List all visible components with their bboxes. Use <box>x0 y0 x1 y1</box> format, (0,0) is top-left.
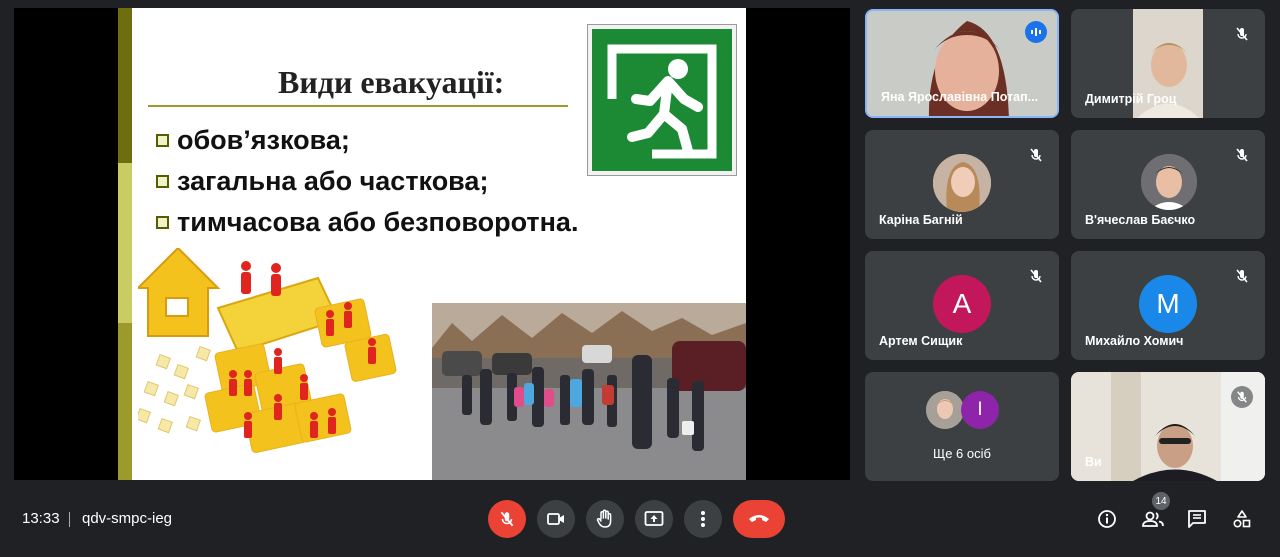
activities-shapes-icon <box>1233 510 1251 528</box>
participant-name: Яна Ярославівна Потап... <box>881 90 1039 104</box>
participant-name: Ви <box>1085 455 1102 469</box>
avatar <box>1141 154 1197 210</box>
people-icon <box>1142 511 1164 527</box>
slide-title: Види евакуації: <box>278 64 505 100</box>
avatar <box>926 391 964 429</box>
avatar: I <box>961 391 999 429</box>
mic-off-icon <box>1231 23 1253 45</box>
slide-side-bar <box>118 8 132 163</box>
slide-title-underline <box>148 105 568 107</box>
participant-name: Артем Сищик <box>879 334 963 348</box>
slide-bullet: обов’язкова; <box>156 120 578 161</box>
info-icon <box>1098 510 1116 528</box>
leave-call-button[interactable] <box>733 500 785 538</box>
meeting-code: qdv-smpc-ieg <box>82 510 173 527</box>
bullet-square-icon <box>156 216 169 229</box>
participant-tile[interactable]: Яна Ярославівна Потап... <box>865 9 1059 118</box>
mic-off-icon <box>1231 386 1253 408</box>
chat-icon <box>1188 510 1206 528</box>
evacuation-photo <box>432 303 746 480</box>
emergency-exit-sign-icon <box>588 25 736 175</box>
participant-name: Димитрій Гроц <box>1085 92 1177 106</box>
chat-button[interactable] <box>1182 500 1212 538</box>
avatar <box>933 154 991 212</box>
participant-name: В'ячеслав Баєчко <box>1085 213 1196 227</box>
evacuation-illustration <box>135 246 418 478</box>
raise-hand-button[interactable] <box>586 500 624 538</box>
hand-icon <box>596 509 612 528</box>
activities-button[interactable] <box>1227 500 1257 538</box>
meeting-details-button[interactable] <box>1092 500 1122 538</box>
avatar: A <box>933 275 991 333</box>
more-participants-tile[interactable]: I Ще 6 осіб <box>865 372 1059 481</box>
participant-name: Каріна Багній <box>879 213 963 227</box>
participant-count-badge: 14 <box>1152 492 1170 510</box>
present-screen-button[interactable] <box>635 500 673 538</box>
participant-name: Михайло Хомич <box>1085 334 1184 348</box>
speaking-indicator-icon <box>1025 21 1047 43</box>
camera-toggle-button[interactable] <box>537 500 575 538</box>
participant-tile[interactable]: В'ячеслав Баєчко <box>1071 130 1265 239</box>
participant-tile[interactable]: Димитрій Гроц <box>1071 9 1265 118</box>
present-screen-icon <box>644 511 664 526</box>
more-participants-label: Ще 6 осіб <box>933 446 991 461</box>
end-call-icon <box>749 515 769 522</box>
slide-bullet: загальна або часткова; <box>156 161 578 202</box>
participant-tile[interactable]: A Артем Сищик <box>865 251 1059 360</box>
participant-tile[interactable]: Каріна Багній <box>865 130 1059 239</box>
presentation-slide: Види евакуації: обов’язкова; загальна аб… <box>118 8 746 480</box>
slide-side-bar <box>118 163 132 323</box>
mic-toggle-button[interactable] <box>488 500 526 538</box>
mic-off-icon <box>500 511 514 527</box>
video-camera-icon <box>547 513 564 525</box>
mic-off-icon <box>1025 144 1047 166</box>
self-view-tile[interactable]: Ви <box>1071 372 1265 481</box>
bullet-square-icon <box>156 175 169 188</box>
mic-off-icon <box>1231 265 1253 287</box>
slide-bullet: тимчасова або безповоротна. <box>156 202 578 243</box>
avatar: M <box>1139 275 1197 333</box>
meeting-control-bar: 13:33 qdv-smpc-ieg 14 <box>0 480 1280 557</box>
mic-off-icon <box>1025 265 1047 287</box>
divider <box>69 512 70 527</box>
more-options-button[interactable] <box>684 500 722 538</box>
meeting-clock: 13:33 <box>22 510 60 527</box>
participant-tile[interactable]: M Михайло Хомич <box>1071 251 1265 360</box>
bullet-square-icon <box>156 134 169 147</box>
more-vertical-icon <box>701 511 705 527</box>
mic-off-icon <box>1231 144 1253 166</box>
slide-bullet-list: обов’язкова; загальна або часткова; тимч… <box>156 120 578 243</box>
slide-side-bar <box>118 323 132 480</box>
presentation-stage: Види евакуації: обов’язкова; загальна аб… <box>14 8 850 480</box>
